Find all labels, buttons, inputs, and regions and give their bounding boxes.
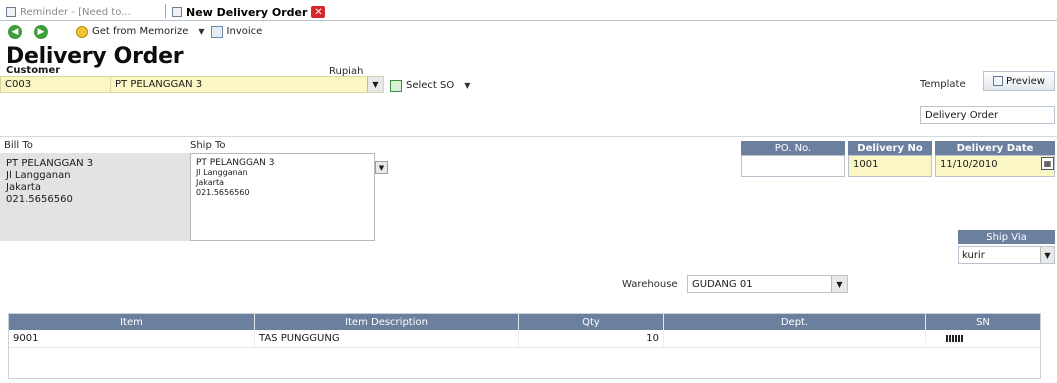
tab-reminder-label: Reminder - [Need to... — [20, 6, 131, 18]
table-row[interactable]: 9001 TAS PUNGGUNG 10 — [9, 330, 1040, 348]
get-from-memorize-label: Get from Memorize — [92, 26, 189, 37]
ship-via-value: kurir — [962, 249, 985, 261]
memorize-icon — [76, 25, 88, 38]
invoice-label: Invoice — [226, 26, 263, 37]
next-record-icon[interactable]: ▶ — [34, 24, 48, 39]
tab-bar: Reminder - [Need to... New Delivery Orde… — [0, 0, 1057, 21]
delivery-no-header: Delivery No — [848, 141, 932, 155]
tab-new-delivery-order[interactable]: New Delivery Order ✕ — [172, 3, 326, 21]
column-header-qty[interactable]: Qty — [519, 314, 664, 330]
column-header-sn[interactable]: SN — [926, 314, 1040, 330]
ship-to-line: PT PELANGGAN 3 — [196, 158, 275, 168]
customer-code[interactable]: C003 — [1, 77, 111, 92]
preview-label: Preview — [1006, 75, 1045, 87]
select-so-label: Select SO — [406, 80, 455, 91]
invoice-icon — [210, 25, 223, 38]
document-icon — [6, 7, 16, 17]
chevron-down-icon[interactable]: ▼ — [1040, 247, 1054, 263]
tab-reminder[interactable]: Reminder - [Need to... — [6, 3, 131, 21]
ship-to-line: Jl Langganan — [196, 168, 248, 177]
qty-cell[interactable]: 10 — [519, 330, 664, 347]
chevron-down-icon[interactable]: ▼ — [367, 77, 383, 92]
bill-to-line: 021.5656560 — [6, 194, 73, 205]
get-from-memorize-button[interactable]: Get from Memorize ▼ — [76, 25, 205, 38]
customer-label: Customer — [6, 65, 61, 76]
po-number-header: PO. No. — [741, 141, 845, 155]
calendar-icon[interactable]: ▦ — [1041, 157, 1054, 170]
customer-name[interactable]: PT PELANGGAN 3 — [111, 79, 367, 90]
po-number-field[interactable] — [741, 155, 845, 177]
ship-to-line: Jakarta — [196, 178, 224, 187]
items-table: Item Item Description Qty Dept. SN 9001 … — [8, 313, 1041, 379]
column-header-dept[interactable]: Dept. — [664, 314, 926, 330]
tab-separator — [165, 4, 166, 18]
delivery-date-field[interactable]: 11/10/2010 — [935, 155, 1055, 177]
warehouse-select[interactable]: GUDANG 01 ▼ — [687, 275, 848, 293]
customer-field[interactable]: C003 PT PELANGGAN 3 ▼ — [0, 76, 384, 93]
item-description-cell[interactable]: TAS PUNGGUNG — [255, 330, 519, 347]
previous-record-icon[interactable]: ◀ — [8, 24, 22, 39]
item-code-cell[interactable]: 9001 — [9, 330, 255, 347]
preview-icon — [993, 76, 1004, 86]
ship-via-header: Ship Via — [958, 230, 1055, 244]
bill-to-label: Bill To — [4, 140, 33, 151]
ship-to-label: Ship To — [190, 140, 226, 151]
warehouse-label: Warehouse — [622, 279, 678, 290]
template-select[interactable]: Delivery Order — [920, 106, 1055, 124]
column-header-description[interactable]: Item Description — [255, 314, 519, 330]
delivery-date-header: Delivery Date — [935, 141, 1055, 155]
close-tab-icon[interactable]: ✕ — [311, 6, 326, 18]
bill-to-line: PT PELANGGAN 3 — [6, 158, 94, 169]
preview-button[interactable]: Preview — [983, 71, 1055, 91]
delivery-no-field[interactable]: 1001 — [848, 155, 932, 177]
divider — [0, 136, 1057, 137]
tab-new-delivery-order-label: New Delivery Order — [186, 5, 308, 19]
template-label: Template — [920, 79, 966, 90]
dept-cell[interactable] — [664, 330, 926, 347]
invoice-button[interactable]: Invoice — [210, 25, 263, 38]
chevron-down-icon[interactable]: ▼ — [198, 27, 204, 36]
column-header-item[interactable]: Item — [9, 314, 255, 330]
toolbar: ◀ ▶ Get from Memorize ▼ Invoice — [0, 21, 1057, 42]
chevron-down-icon[interactable]: ▼ — [375, 161, 388, 174]
bill-to-address: PT PELANGGAN 3 Jl Langganan Jakarta 021.… — [0, 153, 190, 241]
sales-order-icon — [390, 79, 402, 92]
chevron-down-icon[interactable]: ▼ — [831, 276, 847, 292]
ship-via-select[interactable]: kurir ▼ — [958, 246, 1055, 264]
table-header: Item Item Description Qty Dept. SN — [9, 314, 1040, 330]
ship-to-line: 021.5656560 — [196, 188, 250, 197]
sn-cell[interactable] — [926, 330, 1040, 347]
warehouse-value: GUDANG 01 — [692, 278, 753, 290]
ship-to-address[interactable]: PT PELANGGAN 3 Jl Langganan Jakarta 021.… — [190, 153, 375, 241]
barcode-icon[interactable] — [946, 335, 964, 342]
bill-to-line: Jakarta — [6, 182, 41, 193]
bill-to-line: Jl Langganan — [6, 170, 71, 181]
chevron-down-icon[interactable]: ▼ — [464, 81, 470, 90]
form-icon — [172, 7, 182, 17]
select-so-button[interactable]: Select SO ▼ — [384, 77, 476, 94]
